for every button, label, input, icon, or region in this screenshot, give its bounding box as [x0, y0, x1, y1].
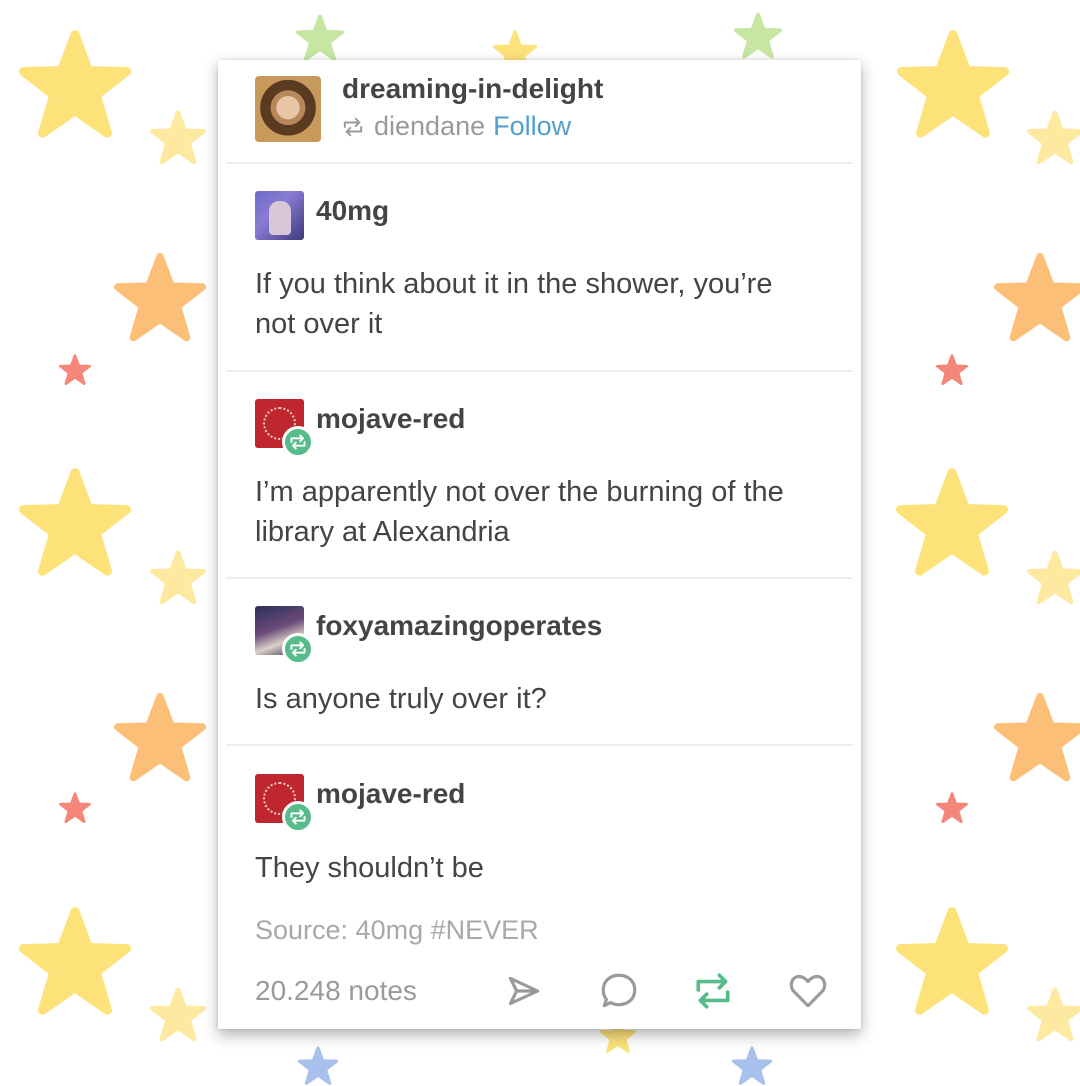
- post-text: I’m apparently not over the burning of t…: [255, 476, 784, 548]
- star-icon: [734, 12, 782, 60]
- user-avatar[interactable]: [255, 774, 314, 833]
- reblog-badge-icon: [282, 633, 314, 665]
- post-source[interactable]: Source: 40mg #NEVER: [255, 915, 539, 946]
- reblog-icon[interactable]: [692, 970, 734, 1012]
- reblog-source: diendane Follow: [342, 111, 571, 142]
- star-icon: [19, 29, 131, 141]
- star-icon: [936, 792, 968, 824]
- star-icon: [150, 110, 206, 166]
- post-text: Is anyone truly over it?: [255, 683, 547, 715]
- post-username[interactable]: mojave-red: [316, 778, 465, 810]
- star-icon: [150, 550, 206, 606]
- like-icon[interactable]: [787, 970, 829, 1012]
- comment-icon[interactable]: [598, 970, 640, 1012]
- star-icon: [150, 987, 206, 1043]
- post-username[interactable]: 40mg: [316, 195, 389, 227]
- follow-button[interactable]: Follow: [493, 111, 571, 142]
- star-icon: [1027, 550, 1080, 606]
- reblog-icon: [343, 117, 363, 136]
- post-card: dreaming-in-delight diendane Follow 40mg…: [218, 60, 861, 1029]
- reblogged-from-name[interactable]: diendane: [374, 111, 485, 142]
- blog-name[interactable]: dreaming-in-delight: [342, 73, 603, 105]
- divider: [226, 744, 853, 746]
- star-icon: [994, 692, 1080, 784]
- user-avatar[interactable]: [255, 399, 314, 458]
- star-icon: [19, 906, 131, 1018]
- star-icon: [994, 252, 1080, 344]
- star-icon: [896, 906, 1008, 1018]
- user-avatar[interactable]: [255, 191, 304, 240]
- reblog-badge-icon: [282, 801, 314, 833]
- blog-avatar[interactable]: [255, 76, 321, 142]
- star-icon: [19, 467, 131, 579]
- post-username[interactable]: mojave-red: [316, 403, 465, 435]
- divider: [226, 162, 853, 164]
- post-text: They shouldn’t be: [255, 852, 484, 884]
- star-icon: [1027, 110, 1080, 166]
- post-username[interactable]: foxyamazingoperates: [316, 610, 602, 642]
- star-icon: [114, 692, 206, 784]
- divider: [226, 577, 853, 579]
- star-icon: [1027, 987, 1080, 1043]
- star-icon: [59, 792, 91, 824]
- star-icon: [296, 14, 344, 62]
- user-avatar[interactable]: [255, 606, 314, 665]
- star-icon: [897, 29, 1009, 141]
- avatar-image: [255, 191, 304, 240]
- notes-count[interactable]: 20.248 notes: [255, 975, 417, 1007]
- divider: [226, 370, 853, 372]
- star-icon: [298, 1046, 338, 1086]
- star-icon: [896, 467, 1008, 579]
- post-header: dreaming-in-delight diendane Follow: [218, 60, 861, 162]
- share-icon[interactable]: [502, 970, 544, 1012]
- post-text: If you think about it in the shower, you…: [255, 268, 773, 340]
- reblog-badge-icon: [282, 426, 314, 458]
- star-icon: [732, 1046, 772, 1086]
- star-icon: [59, 354, 91, 386]
- star-icon: [936, 354, 968, 386]
- star-icon: [114, 252, 206, 344]
